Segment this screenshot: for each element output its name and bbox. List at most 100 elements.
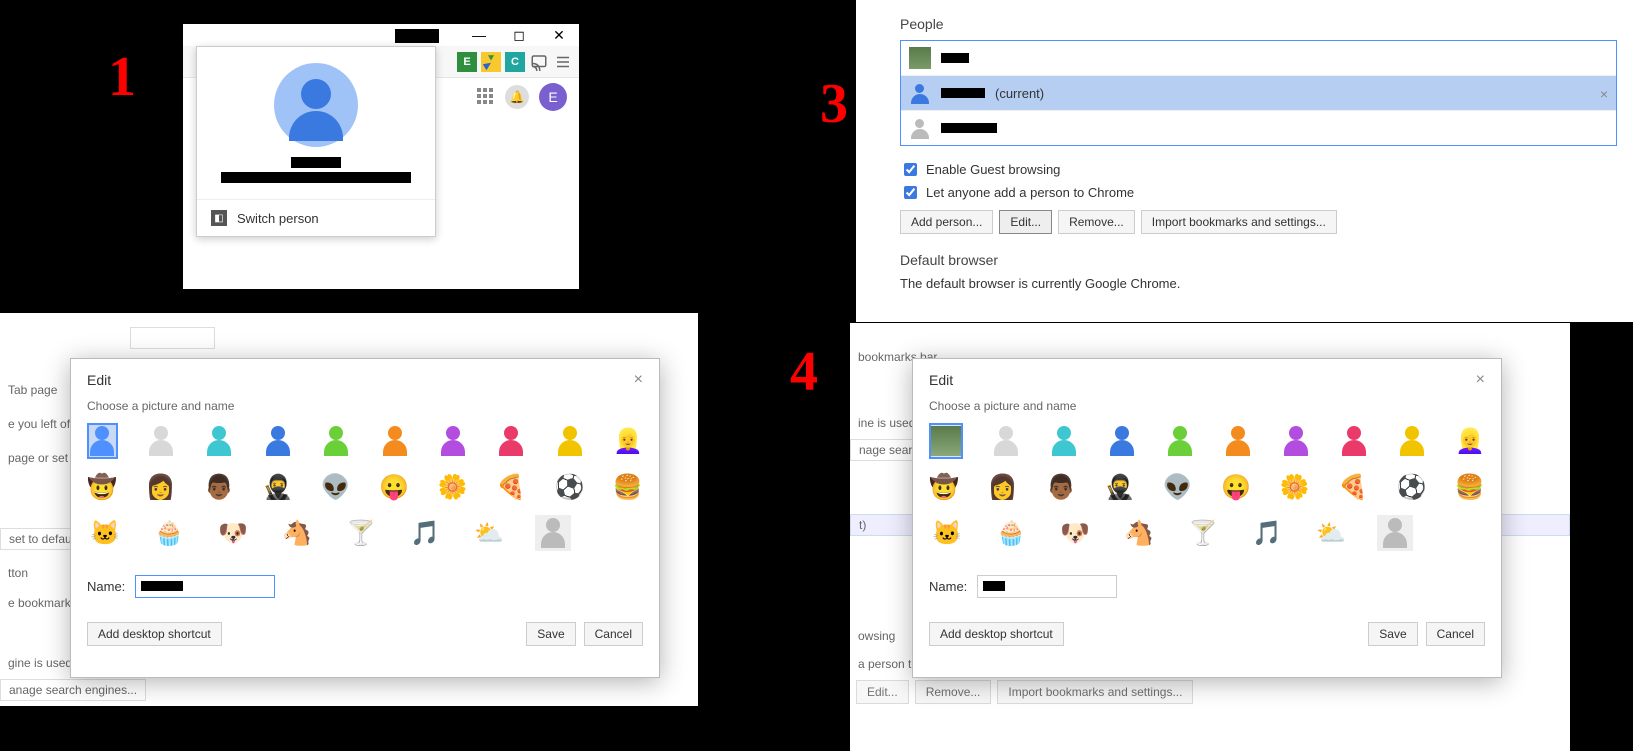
add-person-checkbox[interactable]: Let anyone add a person to Chrome <box>900 183 1617 202</box>
avatar-option[interactable]: 🍔 <box>613 469 643 505</box>
avatar-option[interactable]: 🐶 <box>215 515 251 551</box>
save-button[interactable]: Save <box>1368 622 1417 646</box>
avatar-option[interactable] <box>1223 423 1253 459</box>
default-browser-heading: Default browser <box>900 252 1617 268</box>
avatar-option[interactable] <box>87 423 118 459</box>
person-row[interactable] <box>901 41 1616 76</box>
avatar-option[interactable]: 🐱 <box>87 515 123 551</box>
avatar-option[interactable]: 👩 <box>987 469 1017 505</box>
avatar-option[interactable]: 🍕 <box>496 469 526 505</box>
add-desktop-shortcut-button[interactable]: Add desktop shortcut <box>929 622 1064 646</box>
avatar-option[interactable]: 🌼 <box>437 469 467 505</box>
avatar-option[interactable]: 👽 <box>321 469 351 505</box>
avatar-option[interactable] <box>1165 423 1195 459</box>
avatar-option-default[interactable] <box>535 515 571 551</box>
avatar-option[interactable]: 🥷 <box>262 469 292 505</box>
avatar-option[interactable] <box>1397 423 1427 459</box>
close-button[interactable]: ✕ <box>539 25 579 45</box>
minimize-button[interactable]: — <box>459 25 499 45</box>
people-list: (current) × <box>900 40 1617 146</box>
avatar-option[interactable]: 🤠 <box>87 469 117 505</box>
bg-button: Edit... <box>856 680 909 704</box>
people-heading: People <box>900 16 1617 32</box>
dialog-close-icon[interactable]: × <box>1476 371 1485 389</box>
import-bookmarks-button[interactable]: Import bookmarks and settings... <box>1141 210 1337 234</box>
avatar-option-default[interactable] <box>1377 515 1413 551</box>
edit-person-button[interactable]: Edit... <box>999 210 1052 234</box>
avatar-option[interactable]: 👨🏾 <box>1046 469 1076 505</box>
avatar-option[interactable]: 👽 <box>1163 469 1193 505</box>
avatar-option[interactable] <box>496 423 526 459</box>
avatar-option[interactable] <box>991 423 1021 459</box>
avatar-option[interactable]: 🐴 <box>279 515 315 551</box>
checkbox[interactable] <box>904 163 917 176</box>
avatar-option[interactable]: 👨🏾 <box>204 469 234 505</box>
drive-icon[interactable] <box>481 52 501 72</box>
avatar-option[interactable]: 👱‍♀️ <box>613 423 643 459</box>
save-button[interactable]: Save <box>526 622 575 646</box>
dialog-subtitle: Choose a picture and name <box>71 393 659 419</box>
avatar-option[interactable]: 🧁 <box>151 515 187 551</box>
remove-person-icon[interactable]: × <box>1600 86 1608 102</box>
avatar-option[interactable]: 🍸 <box>1185 515 1221 551</box>
extension-icon-c[interactable]: C <box>505 52 525 72</box>
avatar-option[interactable] <box>204 423 234 459</box>
avatar-option[interactable]: 🐱 <box>929 515 965 551</box>
guest-browsing-checkbox[interactable]: Enable Guest browsing <box>900 160 1617 179</box>
avatar-option[interactable]: 🌼 <box>1279 469 1309 505</box>
avatar-option[interactable]: 🍸 <box>343 515 379 551</box>
account-avatar[interactable]: E <box>539 83 567 111</box>
maximize-button[interactable]: ◻ <box>499 25 539 45</box>
person-row-current[interactable]: (current) × <box>901 76 1616 111</box>
avatar-option[interactable] <box>379 423 409 459</box>
checkbox-label: Enable Guest browsing <box>926 162 1060 177</box>
menu-icon[interactable] <box>553 52 573 72</box>
avatar-option[interactable] <box>438 423 468 459</box>
avatar-option[interactable]: 😛 <box>379 469 409 505</box>
avatar-option[interactable]: ⚽ <box>554 469 584 505</box>
avatar-option-custom[interactable] <box>929 423 963 459</box>
remove-person-button[interactable]: Remove... <box>1058 210 1135 234</box>
avatar-option[interactable]: 👩 <box>145 469 175 505</box>
avatar-option[interactable]: 🤠 <box>929 469 959 505</box>
dialog-close-icon[interactable]: × <box>634 371 643 389</box>
extension-icon[interactable]: E <box>457 52 477 72</box>
name-label: Name: <box>929 579 967 594</box>
avatar-option[interactable]: 😛 <box>1221 469 1251 505</box>
avatar-option[interactable]: 👱‍♀️ <box>1455 423 1485 459</box>
avatar-option[interactable] <box>263 423 293 459</box>
cast-icon[interactable] <box>529 52 549 72</box>
avatar-option[interactable] <box>1107 423 1137 459</box>
avatar-option[interactable]: ⛅ <box>471 515 507 551</box>
add-person-button[interactable]: Add person... <box>900 210 993 234</box>
bg-text: anage search engines... <box>0 679 146 701</box>
profile-name-redacted <box>291 157 341 168</box>
cancel-button[interactable]: Cancel <box>584 622 643 646</box>
avatar-option[interactable]: 🍔 <box>1455 469 1485 505</box>
notifications-icon[interactable]: 🔔 <box>505 85 529 109</box>
avatar-option[interactable]: 🐴 <box>1121 515 1157 551</box>
checkbox[interactable] <box>904 186 917 199</box>
bg-button: Import bookmarks and settings... <box>997 680 1193 704</box>
avatar-option[interactable]: 🍕 <box>1338 469 1368 505</box>
avatar-option[interactable] <box>146 423 176 459</box>
cancel-button[interactable]: Cancel <box>1426 622 1485 646</box>
avatar-option[interactable]: 🎵 <box>1249 515 1285 551</box>
person-row[interactable] <box>901 111 1616 145</box>
apps-grid-icon[interactable] <box>477 88 495 106</box>
add-desktop-shortcut-button[interactable]: Add desktop shortcut <box>87 622 222 646</box>
avatar-option[interactable] <box>1281 423 1311 459</box>
avatar-option[interactable] <box>554 423 584 459</box>
avatar-option[interactable]: ⛅ <box>1313 515 1349 551</box>
avatar-option[interactable]: ⚽ <box>1396 469 1426 505</box>
avatar-option[interactable]: 🥷 <box>1104 469 1134 505</box>
avatar-option[interactable] <box>1049 423 1079 459</box>
dialog-subtitle: Choose a picture and name <box>913 393 1501 419</box>
avatar-option[interactable]: 🐶 <box>1057 515 1093 551</box>
avatar-option[interactable]: 🎵 <box>407 515 443 551</box>
avatar-option[interactable] <box>321 423 351 459</box>
avatar-option[interactable]: 🧁 <box>993 515 1029 551</box>
switch-person-item[interactable]: ◧ Switch person <box>197 200 435 236</box>
avatar-option[interactable] <box>1339 423 1369 459</box>
checkbox-label: Let anyone add a person to Chrome <box>926 185 1134 200</box>
